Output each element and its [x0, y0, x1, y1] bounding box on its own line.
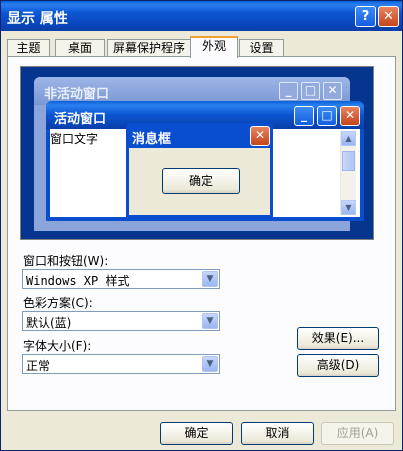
- tab-screensaver[interactable]: 屏幕保护程序: [107, 39, 191, 57]
- preview-message-body: 确定: [129, 148, 270, 215]
- color-scheme-label: 色彩方案(C):: [23, 296, 93, 310]
- scroll-down-icon: ▼: [341, 200, 356, 215]
- preview-active-title: 活动窗口: [54, 112, 107, 127]
- windows-buttons-label: 窗口和按钮(W):: [23, 254, 109, 268]
- close-icon: ✕: [323, 82, 342, 100]
- preview-scrollbar: ▲ ▼: [340, 131, 356, 215]
- apply-button[interactable]: 应用(A): [321, 422, 394, 445]
- ok-button[interactable]: 确定: [160, 422, 233, 445]
- window-title: 显示 属性: [7, 11, 68, 27]
- maximize-icon: □: [317, 106, 337, 126]
- preview-ok-button: 确定: [162, 168, 240, 194]
- minimize-icon: _: [294, 106, 314, 126]
- chevron-down-icon[interactable]: ▼: [202, 356, 218, 372]
- title-bar[interactable]: 显示 属性 ? ✕: [1, 1, 402, 31]
- help-button[interactable]: ?: [355, 6, 376, 27]
- close-icon: ✕: [340, 106, 360, 126]
- tab-desktop[interactable]: 桌面: [55, 39, 105, 57]
- color-scheme-select[interactable]: 默认(蓝) ▼: [22, 311, 220, 331]
- font-size-value: 正常: [26, 359, 51, 373]
- scroll-up-icon: ▲: [341, 131, 356, 146]
- close-button[interactable]: ✕: [378, 6, 399, 27]
- chevron-down-icon[interactable]: ▼: [202, 313, 218, 329]
- tab-appearance[interactable]: 外观: [190, 36, 238, 58]
- preview-window-text: 窗口文字: [50, 132, 99, 146]
- close-icon: ✕: [250, 126, 270, 146]
- minimize-icon: _: [279, 82, 298, 100]
- chevron-down-icon[interactable]: ▼: [202, 271, 218, 287]
- tab-settings[interactable]: 设置: [239, 39, 284, 57]
- advanced-button[interactable]: 高级(D): [297, 354, 379, 377]
- preview-message-titlebar: 消息框 ✕: [126, 123, 273, 148]
- effects-button[interactable]: 效果(E)...: [297, 327, 379, 350]
- windows-buttons-select[interactable]: Windows XP 样式 ▼: [22, 269, 220, 289]
- preview-message-title: 消息框: [132, 132, 172, 147]
- maximize-icon: □: [301, 82, 320, 100]
- windows-buttons-value: Windows XP 样式: [26, 274, 130, 288]
- display-properties-dialog: 显示 属性 ? ✕ 主题 桌面 屏幕保护程序 外观 设置 非活动窗口 _ □ ✕…: [0, 0, 403, 451]
- font-size-label: 字体大小(F):: [23, 339, 92, 353]
- scroll-thumb: [342, 151, 355, 171]
- preview-message-box: 消息框 ✕ 确定: [126, 123, 273, 218]
- tab-themes[interactable]: 主题: [7, 39, 50, 57]
- cancel-button[interactable]: 取消: [241, 422, 314, 445]
- color-scheme-value: 默认(蓝): [26, 316, 72, 330]
- preview-inactive-title: 非活动窗口: [44, 87, 110, 102]
- font-size-select[interactable]: 正常 ▼: [22, 354, 220, 374]
